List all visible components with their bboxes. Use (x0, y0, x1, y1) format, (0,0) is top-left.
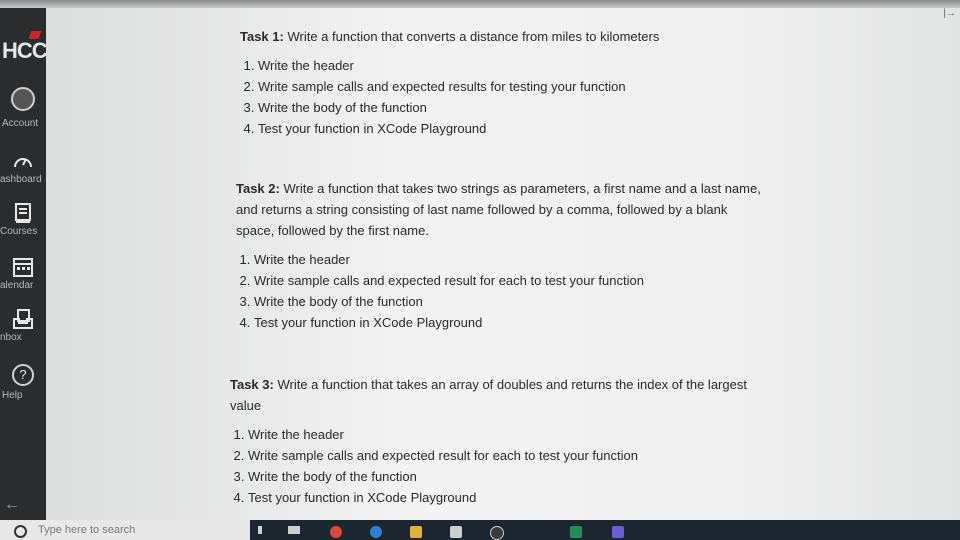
nav-inbox[interactable]: nbox (0, 306, 46, 350)
task-1-title: Task 1: (240, 29, 284, 44)
list-item: Write the body of the function (254, 291, 764, 312)
task-1-description: Write a function that converts a distanc… (287, 29, 660, 44)
task-2: Task 2: Write a function that takes two … (236, 178, 764, 333)
task-3: Task 3: Write a function that takes an a… (230, 374, 750, 508)
global-nav-sidebar: HCC Account ashboard Courses alendar nbo… (0, 8, 48, 520)
search-icon (14, 525, 27, 538)
inbox-icon (10, 306, 36, 332)
microphone-icon[interactable] (258, 526, 262, 534)
taskbar-search-box[interactable]: Type here to search (0, 520, 250, 540)
chrome-icon[interactable] (330, 526, 342, 538)
app-icon[interactable] (490, 526, 504, 540)
list-item: Test your function in XCode Playground (254, 312, 764, 333)
nav-account-label: Account (2, 118, 39, 129)
list-item: Write the header (254, 249, 764, 270)
list-item: Write sample calls and expected result f… (248, 445, 750, 466)
store-icon[interactable] (450, 526, 462, 538)
edge-icon[interactable] (370, 526, 382, 538)
courses-book-icon (10, 200, 36, 226)
assignment-content: Task 1: Write a function that converts a… (46, 8, 960, 520)
list-item: Write the body of the function (258, 97, 880, 118)
list-item: Write sample calls and expected result f… (254, 270, 764, 291)
top-strip (0, 0, 960, 8)
list-item: Test your function in XCode Playground (258, 118, 880, 139)
task-2-description: Write a function that takes two strings … (236, 181, 761, 238)
account-avatar-icon (10, 86, 36, 112)
task-3-title: Task 3: (230, 377, 274, 392)
hcc-logo[interactable]: HCC (2, 38, 48, 64)
nav-courses[interactable]: Courses (0, 200, 46, 244)
list-item: Write the body of the function (248, 466, 750, 487)
app-icon-2[interactable] (570, 526, 582, 538)
help-icon: ? (10, 362, 36, 388)
search-input[interactable]: Type here to search (38, 524, 135, 536)
task-3-description: Write a function that takes an array of … (230, 377, 747, 413)
nav-inbox-label: nbox (0, 332, 22, 343)
nav-courses-label: Courses (0, 226, 38, 237)
page-edge-marker: |→ (943, 8, 956, 19)
task-2-heading: Task 2: Write a function that takes two … (236, 178, 764, 241)
task-2-steps: Write the header Write sample calls and … (236, 249, 764, 333)
nav-calendar-label: alendar (0, 280, 34, 291)
list-item: Test your function in XCode Playground (248, 487, 750, 508)
collapse-arrow-icon[interactable]: ← (4, 496, 20, 514)
task-1-heading: Task 1: Write a function that converts a… (240, 26, 880, 47)
nav-help-label: Help (2, 390, 23, 401)
task-2-title: Task 2: (236, 181, 280, 196)
file-explorer-icon[interactable] (410, 526, 422, 538)
nav-help[interactable]: ? Help (0, 362, 46, 406)
nav-calendar[interactable]: alendar (0, 254, 46, 298)
windows-taskbar: Type here to search (0, 520, 960, 540)
app-icon-3[interactable] (612, 526, 624, 538)
task-1: Task 1: Write a function that converts a… (240, 26, 880, 139)
dashboard-gauge-icon (10, 148, 36, 174)
list-item: Write the header (258, 55, 880, 76)
nav-account[interactable]: Account (0, 86, 46, 136)
task-1-steps: Write the header Write sample calls and … (240, 55, 880, 139)
task-view-icon[interactable] (288, 526, 300, 534)
nav-dashboard[interactable]: ashboard (0, 148, 46, 192)
nav-dashboard-label: ashboard (0, 174, 42, 185)
task-3-heading: Task 3: Write a function that takes an a… (230, 374, 750, 416)
list-item: Write the header (248, 424, 750, 445)
task-3-steps: Write the header Write sample calls and … (230, 424, 750, 508)
list-item: Write sample calls and expected results … (258, 76, 880, 97)
calendar-icon (10, 254, 36, 280)
